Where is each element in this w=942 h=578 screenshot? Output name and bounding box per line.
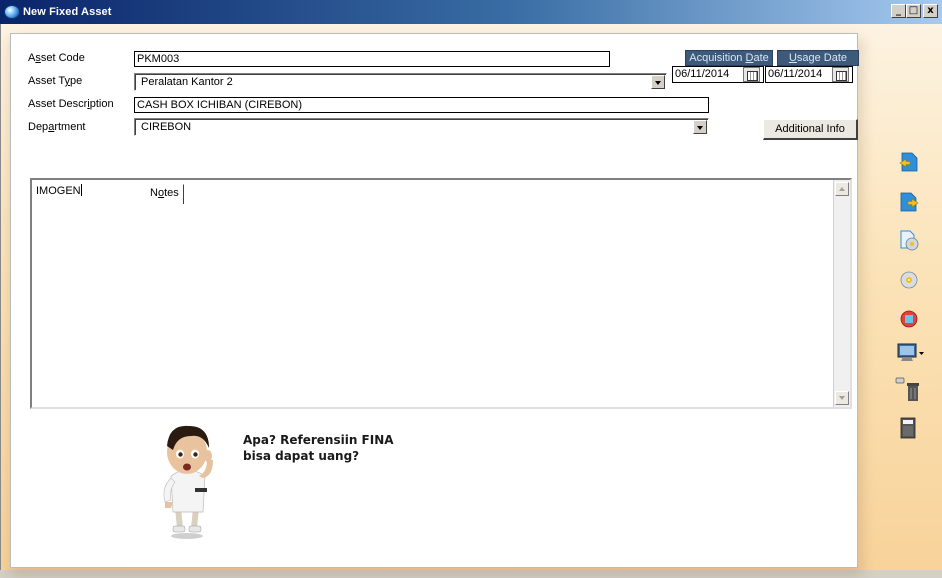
chevron-down-icon[interactable]: [651, 75, 665, 89]
asset-type-dropdown[interactable]: Peralatan Kantor 2: [134, 73, 667, 91]
department-label: Department: [28, 121, 86, 133]
window-controls: _ □ x: [891, 4, 938, 18]
notes-textarea[interactable]: IMOGEN: [30, 178, 852, 409]
calendar-icon[interactable]: [832, 67, 849, 82]
calculator-icon[interactable]: [897, 417, 919, 439]
scroll-down-button[interactable]: [835, 391, 849, 405]
form-panel: Asset Code PKM003 Asset Type Peralatan K…: [10, 33, 859, 568]
cancel-icon[interactable]: [898, 308, 920, 330]
maximize-button[interactable]: □: [906, 4, 921, 18]
usage-date-field[interactable]: 06/11/2014: [765, 66, 853, 83]
document-disc-icon[interactable]: [898, 229, 920, 251]
promo-person-image: [163, 425, 213, 539]
asset-type-label: Asset Type: [28, 75, 83, 87]
trash-icon[interactable]: [894, 376, 922, 404]
chevron-down-icon[interactable]: [693, 120, 707, 134]
close-button[interactable]: x: [923, 4, 938, 18]
usage-date-header: Usage Date: [777, 50, 859, 66]
acquisition-date-header: Acquisition Date: [685, 50, 773, 66]
asset-type-value: Peralatan Kantor 2: [141, 76, 233, 88]
app-icon: [4, 5, 20, 19]
asset-code-field[interactable]: PKM003: [134, 51, 610, 67]
window-title: New Fixed Asset: [23, 6, 112, 18]
asset-description-label: Asset Description: [28, 98, 114, 110]
calendar-icon[interactable]: [743, 67, 760, 82]
notes-text: IMOGEN: [36, 185, 81, 197]
window-body: Asset Code PKM003 Asset Type Peralatan K…: [0, 24, 942, 578]
promo-text: Apa? Referensiin FINA bisa dapat uang?: [243, 433, 394, 463]
text-caret: [80, 184, 82, 196]
asset-description-field[interactable]: CASH BOX ICHIBAN (CIREBON): [134, 97, 709, 113]
usage-date-value: 06/11/2014: [768, 68, 823, 80]
scroll-up-button[interactable]: [835, 182, 849, 196]
tab-notes[interactable]: Notes: [145, 184, 184, 204]
additional-info-button[interactable]: Additional Info: [763, 119, 858, 140]
minimize-button[interactable]: _: [891, 4, 906, 18]
monitor-icon[interactable]: [896, 342, 926, 364]
acquisition-date-value: 06/11/2014: [675, 68, 730, 80]
import-icon[interactable]: [898, 151, 920, 173]
department-value: CIREBON: [141, 121, 192, 133]
disc-icon[interactable]: [898, 269, 920, 291]
notes-scrollbar[interactable]: [833, 180, 850, 407]
export-icon[interactable]: [898, 191, 920, 213]
title-bar: New Fixed Asset _ □ x: [0, 0, 942, 24]
department-dropdown[interactable]: CIREBON: [134, 118, 709, 136]
acquisition-date-field[interactable]: 06/11/2014: [672, 66, 764, 83]
asset-code-label: Asset Code: [28, 52, 85, 64]
